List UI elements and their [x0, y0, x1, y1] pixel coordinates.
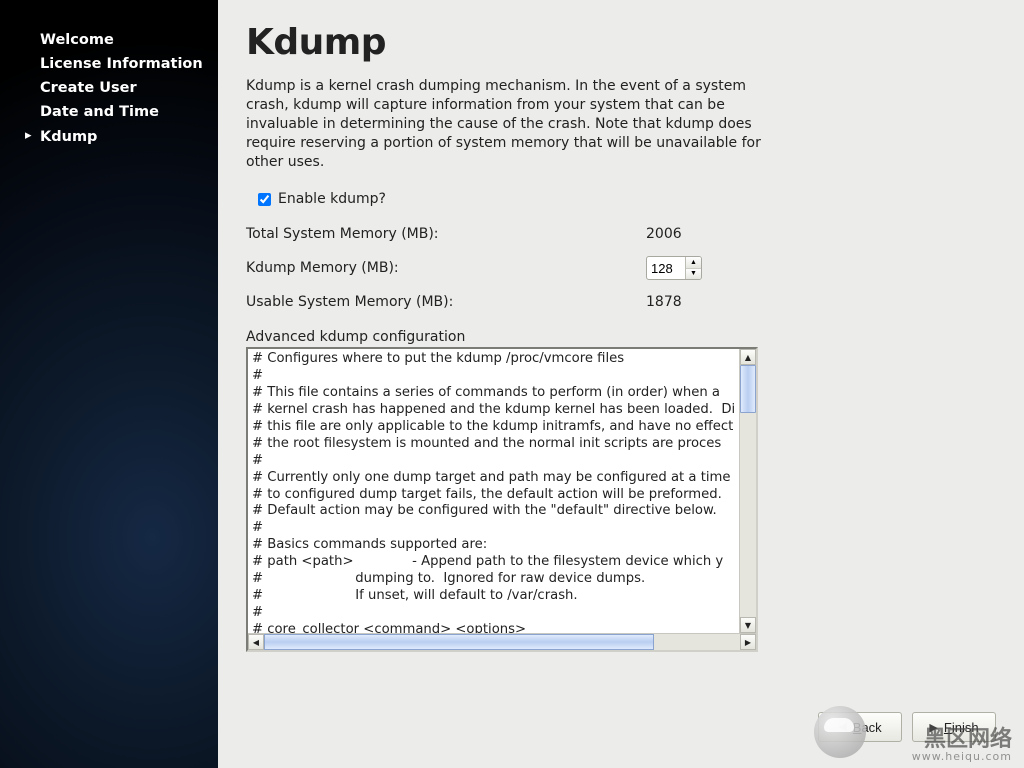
usable-memory-value: 1878 — [646, 294, 736, 310]
arrow-right-icon: ▶ — [929, 721, 937, 734]
scroll-left-button[interactable]: ◀ — [248, 634, 264, 650]
vertical-scrollbar[interactable]: ▲ ▼ — [739, 349, 756, 633]
spinner-up-button[interactable]: ▲ — [686, 257, 701, 268]
vertical-scroll-thumb[interactable] — [740, 365, 756, 413]
scroll-down-button[interactable]: ▼ — [740, 617, 756, 633]
scroll-up-button[interactable]: ▲ — [740, 349, 756, 365]
total-memory-label: Total System Memory (MB): — [246, 226, 646, 242]
sidebar-item-date-time[interactable]: Date and Time — [0, 100, 218, 124]
sidebar: Welcome License Information Create User … — [0, 0, 218, 768]
footer-buttons: ◀ Back ▶ Finish — [818, 712, 996, 742]
enable-kdump-checkbox[interactable] — [258, 193, 271, 206]
kdump-memory-label: Kdump Memory (MB): — [246, 260, 646, 276]
arrow-left-icon: ◀ — [838, 720, 846, 733]
main-content: Kdump Kdump is a kernel crash dumping me… — [218, 0, 1024, 768]
finish-button-rest: inish — [952, 720, 979, 735]
kdump-memory-input[interactable] — [647, 257, 685, 279]
sidebar-item-license[interactable]: License Information — [0, 52, 218, 76]
page-title: Kdump — [246, 22, 996, 63]
total-memory-value: 2006 — [646, 226, 736, 242]
enable-kdump-label: Enable kdump? — [278, 191, 386, 207]
memory-table: Total System Memory (MB): 2006 Kdump Mem… — [246, 219, 996, 317]
usable-memory-label: Usable System Memory (MB): — [246, 294, 646, 310]
finish-button[interactable]: ▶ Finish — [912, 712, 996, 742]
horizontal-scroll-thumb[interactable] — [264, 634, 654, 650]
advanced-config-textarea[interactable]: # Configures where to put the kdump /pro… — [248, 349, 739, 633]
kdump-memory-spinner[interactable]: ▲ ▼ — [646, 256, 702, 280]
sidebar-item-welcome[interactable]: Welcome — [0, 28, 218, 52]
watermark-url: www.heiqu.com — [912, 751, 1012, 762]
spinner-down-button[interactable]: ▼ — [686, 269, 701, 280]
sidebar-item-kdump[interactable]: Kdump — [0, 125, 218, 149]
horizontal-scrollbar[interactable]: ◀ ▶ — [248, 633, 756, 650]
advanced-config-label: Advanced kdump configuration — [246, 329, 996, 345]
back-button[interactable]: ◀ Back — [818, 712, 902, 742]
enable-kdump-option[interactable]: Enable kdump? — [258, 191, 386, 207]
advanced-config-frame: # Configures where to put the kdump /pro… — [246, 347, 758, 652]
page-description: Kdump is a kernel crash dumping mechanis… — [246, 77, 776, 171]
sidebar-item-create-user[interactable]: Create User — [0, 76, 218, 100]
back-button-rest: ack — [861, 720, 881, 735]
scroll-right-button[interactable]: ▶ — [740, 634, 756, 650]
